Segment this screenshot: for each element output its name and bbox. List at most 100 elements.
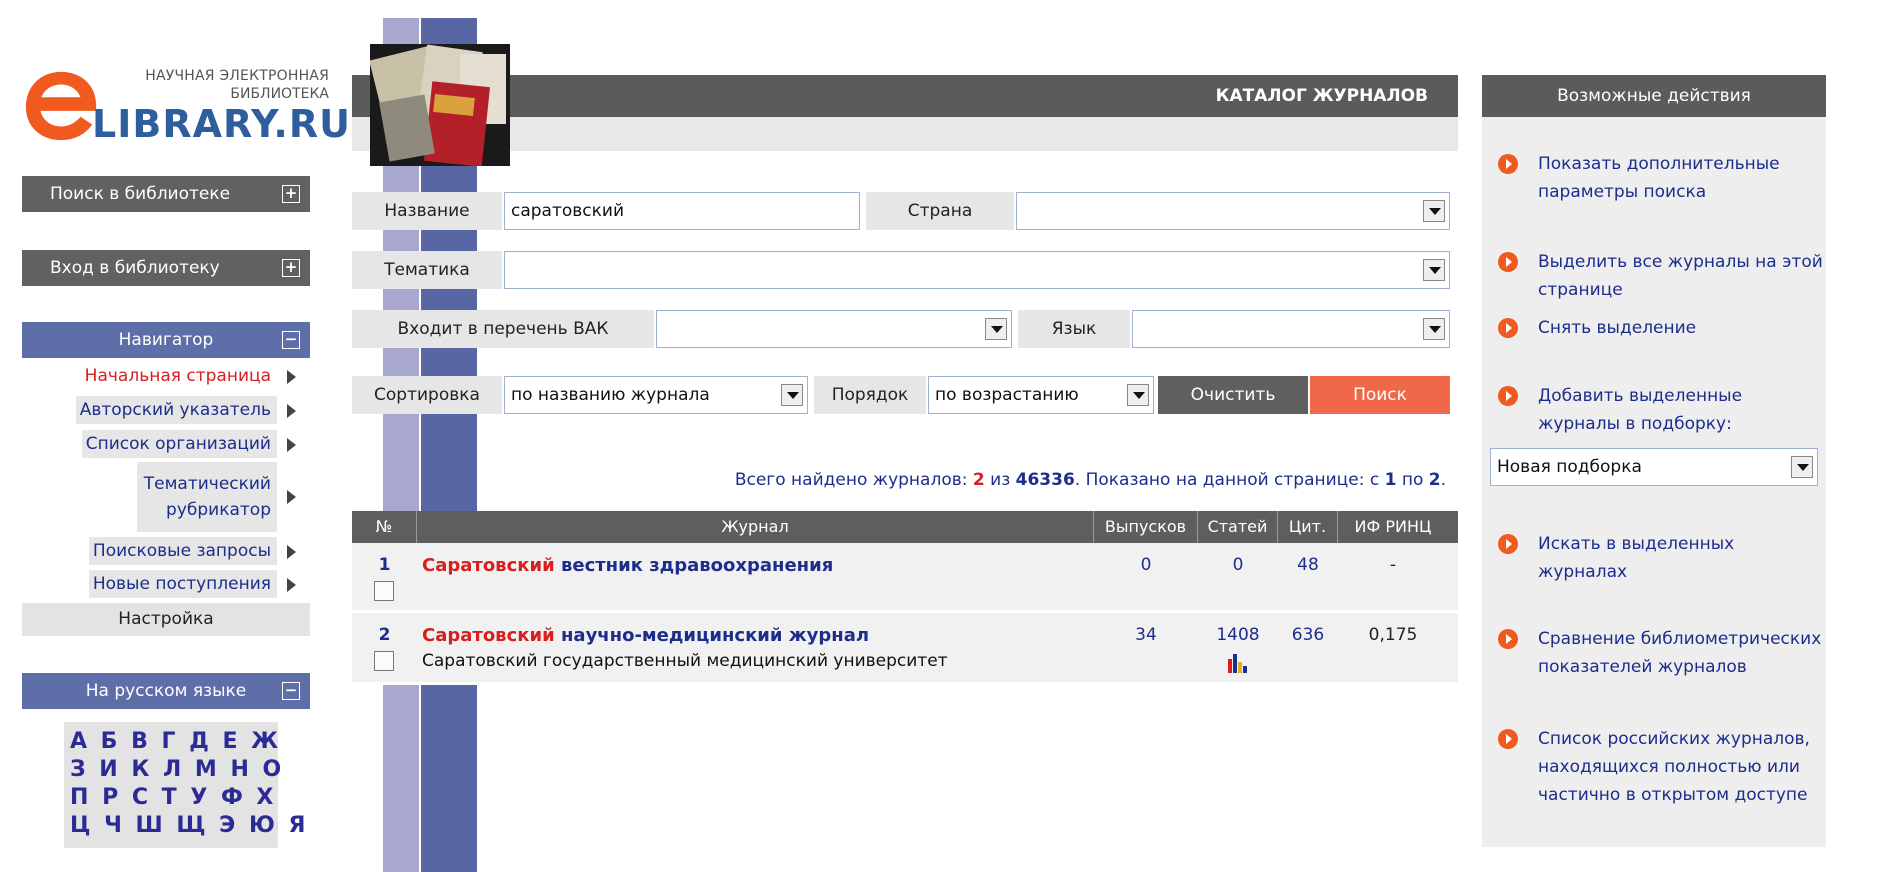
row-checkbox[interactable] [374, 651, 394, 671]
sidebar-item-label: Тематический рубрикатор [137, 462, 277, 532]
journal-title-link[interactable]: Саратовский вестник здравоохранения [422, 555, 833, 576]
topic-label: Тематика [352, 251, 502, 289]
arrow-right-icon [287, 578, 296, 592]
chevron-down-icon[interactable] [1423, 318, 1445, 340]
col-header-issues[interactable]: Выпусков [1094, 511, 1198, 543]
catalog-header-bar: КАТАЛОГ ЖУРНАЛОВ [352, 75, 1458, 117]
expand-plus-icon[interactable]: + [282, 259, 300, 277]
sidebar-item-label: Начальная страница [80, 362, 277, 390]
vak-label: Входит в перечень ВАК [352, 310, 654, 348]
chevron-down-icon[interactable] [1127, 384, 1149, 406]
action-add-to-collection[interactable]: Добавить выделенные журналы в подборку: [1498, 382, 1818, 440]
rubricator-line-1: Тематический [143, 474, 271, 494]
search-button[interactable]: Поиск [1310, 376, 1450, 414]
order-select[interactable]: по возрастанию [928, 376, 1154, 414]
collapse-minus-icon[interactable]: − [282, 682, 300, 700]
journal-title-rest: научно-медицинский журнал [560, 625, 870, 646]
summary-prefix: Всего найдено журналов: [734, 470, 968, 490]
summary-end: . [1440, 470, 1446, 490]
sort-label: Сортировка [352, 376, 502, 414]
arrow-right-icon [287, 438, 296, 452]
language-select[interactable] [1132, 310, 1450, 348]
chevron-down-icon[interactable] [985, 318, 1007, 340]
action-select-all[interactable]: Выделить все журналы на этой странице [1498, 248, 1823, 306]
row-checkbox[interactable] [374, 581, 394, 601]
issues-count[interactable]: 0 [1094, 543, 1198, 575]
alphabet-row[interactable]: Ц Ч Ш Щ Э Ю Я [70, 812, 305, 840]
col-header-journal[interactable]: Журнал [417, 511, 1094, 543]
alphabet-row[interactable]: П Р С Т У Ф Х [70, 784, 273, 812]
journal-title-rest: вестник здравоохранения [560, 555, 834, 576]
sidebar-item-rubricator[interactable]: Тематический рубрикатор [22, 462, 310, 532]
action-search-selected[interactable]: Искать в выделенных журналах [1498, 530, 1818, 588]
sidebar-item-home[interactable]: Начальная страница [22, 362, 310, 390]
col-header-citations[interactable]: Цит. [1278, 511, 1338, 543]
alphabet-row[interactable]: А Б В Г Д Е Ж [70, 728, 278, 756]
arrow-circle-icon [1498, 318, 1518, 338]
library-search-toggle[interactable]: Поиск в библиотеке + [22, 176, 310, 212]
action-label: Искать в выделенных журналах [1538, 534, 1735, 582]
library-login-toggle[interactable]: Вход в библиотеку + [22, 250, 310, 286]
action-compare-metrics[interactable]: Сравнение библиометрических показателей … [1498, 625, 1821, 683]
articles-count[interactable]: 1408 [1198, 613, 1278, 645]
library-search-label: Поиск в библиотеке [50, 184, 231, 204]
page-title: КАТАЛОГ ЖУРНАЛОВ [1215, 86, 1428, 106]
sort-select[interactable]: по названию журнала [504, 376, 808, 414]
navigator-header[interactable]: Навигатор − [22, 322, 310, 358]
arrow-circle-icon [1498, 629, 1518, 649]
chevron-down-icon[interactable] [781, 384, 803, 406]
found-count: 2 [972, 470, 985, 490]
vak-select[interactable] [656, 310, 1012, 348]
country-select[interactable] [1016, 192, 1450, 230]
shown-from: 1 [1384, 470, 1397, 490]
arrow-circle-icon [1498, 154, 1518, 174]
collection-select[interactable]: Новая подборка [1490, 448, 1818, 486]
citations-count[interactable]: 48 [1278, 543, 1338, 575]
arrow-circle-icon [1498, 534, 1518, 554]
sidebar-item-organizations[interactable]: Список организаций [22, 430, 310, 458]
action-label: Выделить все журналы на этой странице [1538, 252, 1823, 300]
col-header-num[interactable]: № [352, 511, 417, 543]
action-deselect[interactable]: Снять выделение [1498, 314, 1818, 344]
issues-count[interactable]: 34 [1094, 613, 1198, 645]
clear-button[interactable]: Очистить [1158, 376, 1308, 414]
elibrary-e-logo-icon [25, 71, 97, 141]
alphabet-row[interactable]: З И К Л М Н О [70, 756, 281, 784]
articles-count[interactable]: 0 [1198, 543, 1278, 575]
table-row: 2 Саратовский научно-медицинский журнал … [352, 613, 1458, 685]
citations-count[interactable]: 636 [1278, 613, 1338, 645]
arrow-circle-icon [1498, 386, 1518, 406]
language-filter-label: Язык [1018, 310, 1130, 348]
country-label: Страна [866, 192, 1014, 230]
journal-title-match: Саратовский [422, 555, 555, 576]
sidebar-item-queries[interactable]: Поисковые запросы [22, 537, 310, 565]
sidebar-item-settings[interactable]: Настройка [22, 603, 310, 636]
bar-chart-icon[interactable] [1226, 653, 1248, 673]
rubricator-line-2: рубрикатор [166, 500, 271, 520]
action-show-params[interactable]: Показать дополнительные параметры поиска [1498, 150, 1818, 208]
results-summary: Всего найдено журналов: 2 из 46336. Пока… [352, 470, 1458, 490]
language-header[interactable]: На русском языке − [22, 673, 310, 709]
topic-select[interactable] [504, 251, 1450, 289]
impact-factor: - [1389, 555, 1397, 575]
col-header-articles[interactable]: Статей [1198, 511, 1278, 543]
sidebar-item-authors[interactable]: Авторский указатель [22, 396, 310, 424]
actions-panel: Возможные действия Показать дополнительн… [1482, 75, 1826, 847]
arrow-right-icon [287, 370, 296, 384]
shown-to: 2 [1428, 470, 1441, 490]
expand-plus-icon[interactable]: + [282, 185, 300, 203]
arrow-right-icon [287, 404, 296, 418]
chevron-down-icon[interactable] [1423, 259, 1445, 281]
elibrary-logo[interactable]: НАУЧНАЯ ЭЛЕКТРОННАЯ БИБЛИОТЕКА LIBRARY.R… [22, 60, 350, 160]
chevron-down-icon[interactable] [1423, 200, 1445, 222]
name-input[interactable]: саратовский [504, 192, 860, 230]
summary-of: из [990, 470, 1011, 490]
chevron-down-icon[interactable] [1791, 456, 1813, 478]
logo-line-2: БИБЛИОТЕКА [230, 86, 329, 102]
col-header-impact[interactable]: ИФ РИНЦ [1338, 511, 1448, 543]
summary-to: по [1401, 470, 1424, 490]
sidebar-item-new-arrivals[interactable]: Новые поступления [22, 570, 310, 598]
collapse-minus-icon[interactable]: − [282, 331, 300, 349]
action-open-access-list[interactable]: Список российских журналов, находящихся … [1498, 725, 1818, 813]
journal-title-link[interactable]: Саратовский научно-медицинский журнал [422, 625, 869, 646]
